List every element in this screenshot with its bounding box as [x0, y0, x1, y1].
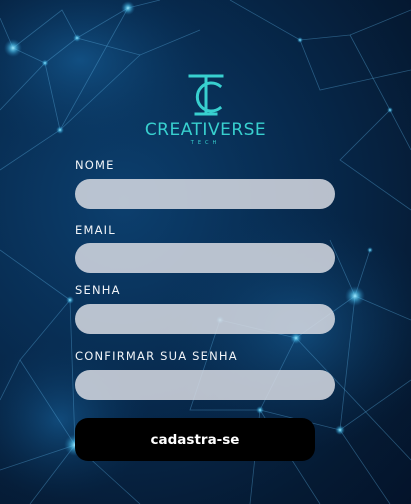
email-label: EMAIL: [75, 223, 116, 237]
tc-monogram-icon: [188, 74, 223, 116]
name-input[interactable]: [75, 179, 335, 209]
brand-name: CREATIVERSE: [144, 120, 267, 140]
register-button[interactable]: cadastra-se: [75, 418, 315, 461]
brand-logo: CREATIVERSE TECH: [0, 72, 411, 147]
registration-screen: CREATIVERSE TECH NOME EMAIL SENHA CONFIR…: [0, 0, 411, 504]
password-input[interactable]: [75, 304, 335, 334]
confirm-password-label: CONFIRMAR SUA SENHA: [75, 349, 238, 363]
email-input[interactable]: [75, 243, 335, 273]
name-label: NOME: [75, 158, 115, 172]
brand-tagline: TECH: [190, 140, 221, 146]
password-label: SENHA: [75, 283, 121, 297]
confirm-password-input[interactable]: [75, 370, 335, 400]
